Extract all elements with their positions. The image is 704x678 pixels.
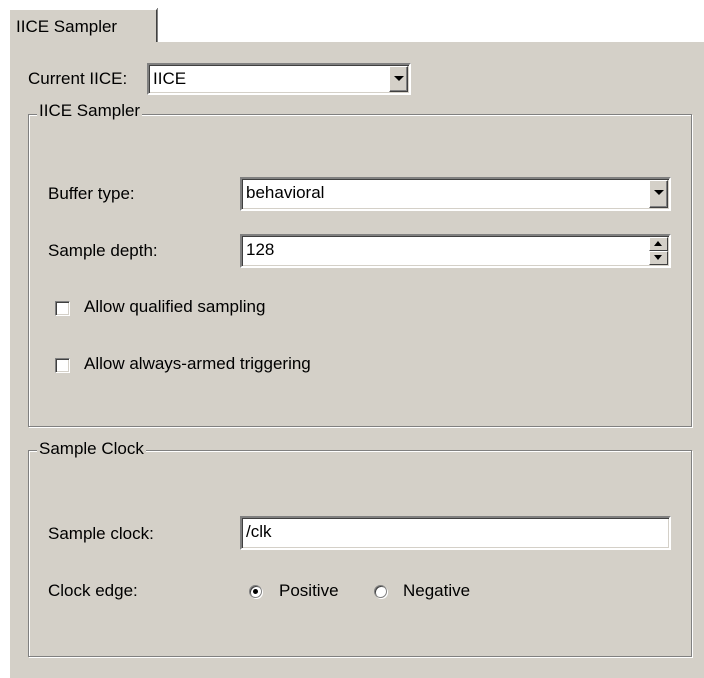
iice-sampler-group bbox=[28, 114, 692, 427]
spin-down-icon[interactable] bbox=[649, 251, 668, 265]
spin-up-icon[interactable] bbox=[649, 237, 668, 251]
current-iice-select[interactable]: IICE bbox=[147, 63, 411, 95]
chevron-down-icon[interactable] bbox=[389, 66, 408, 92]
sample-clock-group bbox=[28, 450, 692, 657]
buffer-type-select[interactable]: behavioral bbox=[240, 177, 671, 211]
tab-iice-sampler[interactable]: IICE Sampler bbox=[8, 8, 158, 42]
negative-radio[interactable] bbox=[374, 585, 387, 598]
buffer-type-label: Buffer type: bbox=[48, 184, 135, 203]
allow-qualified-checkbox[interactable] bbox=[55, 301, 70, 316]
iice-sampler-group-title: IICE Sampler bbox=[37, 101, 143, 121]
sample-depth-spinner[interactable]: 128 bbox=[240, 234, 671, 268]
positive-radio[interactable] bbox=[249, 585, 262, 598]
current-iice-value: IICE bbox=[153, 69, 187, 88]
sample-clock-value: /clk bbox=[246, 522, 272, 541]
allow-qualified-label: Allow qualified sampling bbox=[84, 297, 266, 316]
sample-depth-label: Sample depth: bbox=[48, 241, 158, 260]
allow-always-armed-checkbox[interactable] bbox=[55, 358, 70, 373]
clock-edge-label: Clock edge: bbox=[48, 581, 138, 600]
spin-buttons bbox=[649, 237, 668, 265]
sample-clock-input[interactable]: /clk bbox=[240, 516, 671, 550]
positive-radio-label: Positive bbox=[279, 581, 339, 600]
negative-radio-label: Negative bbox=[403, 581, 471, 600]
sample-depth-value: 128 bbox=[246, 240, 275, 259]
current-iice-label: Current IICE: bbox=[28, 69, 128, 88]
buffer-type-value: behavioral bbox=[246, 183, 325, 202]
allow-always-armed-label: Allow always-armed triggering bbox=[84, 354, 311, 373]
sample-clock-label: Sample clock: bbox=[48, 524, 154, 543]
tab-label: IICE Sampler bbox=[16, 17, 118, 36]
chevron-down-icon[interactable] bbox=[649, 180, 668, 208]
sample-clock-group-title: Sample Clock bbox=[37, 439, 146, 459]
